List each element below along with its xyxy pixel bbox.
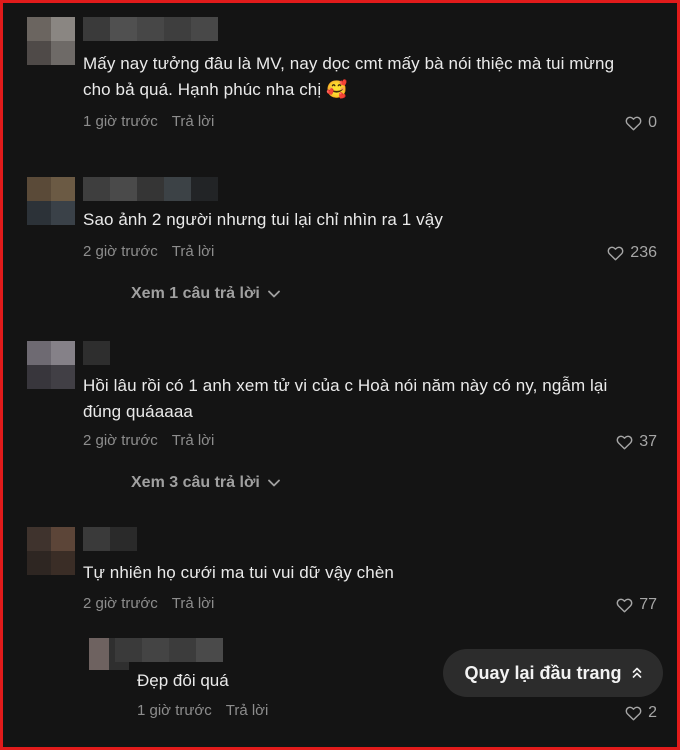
username-blurred[interactable] <box>83 177 218 201</box>
like-count: 77 <box>639 596 657 613</box>
heart-outline-icon <box>616 598 633 613</box>
username-blurred[interactable] <box>83 341 110 365</box>
view-replies-button[interactable]: Xem 1 câu trả lời <box>131 284 280 304</box>
comment-text: Hồi lâu rồi có 1 anh xem tử vi của c Hoà… <box>83 376 608 421</box>
back-to-top-label: Quay lại đầu trang <box>464 662 622 683</box>
username-blurred[interactable] <box>115 638 223 662</box>
username-blurred[interactable] <box>83 527 137 551</box>
chevron-down-icon <box>267 479 280 487</box>
heart-outline-icon <box>625 116 642 131</box>
like-count: 236 <box>630 244 657 261</box>
comment-meta: 1 giờ trước Trả lời <box>83 112 214 132</box>
view-replies-label: Xem 1 câu trả lời <box>131 285 260 302</box>
comment-time: 2 giờ trước <box>83 432 158 449</box>
avatar[interactable] <box>27 341 75 389</box>
username-blurred[interactable] <box>83 17 218 41</box>
like-button[interactable]: 236 <box>607 243 657 263</box>
double-chevron-up-icon <box>632 667 641 678</box>
comment-item: Tự nhiên họ cưới ma tui vui dữ vậy chèn … <box>27 527 657 627</box>
like-button[interactable]: 37 <box>616 432 657 452</box>
reply-text: Đẹp đôi quá <box>137 671 229 690</box>
comment-meta: 2 giờ trước Trả lời <box>83 594 214 614</box>
like-button[interactable]: 77 <box>616 595 657 615</box>
reply-button[interactable]: Trả lời <box>172 242 215 262</box>
avatar[interactable] <box>27 177 75 225</box>
like-count: 2 <box>648 704 657 721</box>
heart-outline-icon <box>607 246 624 261</box>
heart-outline-icon <box>625 706 642 721</box>
comment-meta: 2 giờ trước Trả lời <box>83 431 214 451</box>
comment-item: Sao ảnh 2 người nhưng tui lại chỉ nhìn r… <box>27 177 657 307</box>
chevron-down-icon <box>267 290 280 298</box>
reply-button[interactable]: Trả lời <box>226 701 269 721</box>
view-replies-button[interactable]: Xem 3 câu trả lời <box>131 473 280 493</box>
comment-text: Sao ảnh 2 người nhưng tui lại chỉ nhìn r… <box>83 210 443 229</box>
reply-button[interactable]: Trả lời <box>172 594 215 614</box>
comment-time: 1 giờ trước <box>83 113 158 130</box>
comment-time: 2 giờ trước <box>83 243 158 260</box>
like-button[interactable]: 0 <box>625 113 657 133</box>
reply-meta: 1 giờ trước Trả lời <box>137 701 268 721</box>
comment-item: Hồi lâu rồi có 1 anh xem tử vi của c Hoà… <box>27 341 657 501</box>
comments-panel: Mấy nay tưởng đâu là MV, nay dọc cmt mấy… <box>0 0 680 750</box>
reply-time: 1 giờ trước <box>137 702 212 719</box>
reply-button[interactable]: Trả lời <box>172 431 215 451</box>
reply-button[interactable]: Trả lời <box>172 112 215 132</box>
heart-outline-icon <box>616 435 633 450</box>
like-button[interactable]: 2 <box>625 703 657 723</box>
avatar[interactable] <box>27 527 75 575</box>
comment-item: Mấy nay tưởng đâu là MV, nay dọc cmt mấy… <box>27 17 657 137</box>
comment-text: Mấy nay tưởng đâu là MV, nay dọc cmt mấy… <box>83 54 615 99</box>
avatar[interactable] <box>27 17 75 65</box>
comment-meta: 2 giờ trước Trả lời <box>83 242 214 262</box>
comment-time: 2 giờ trước <box>83 595 158 612</box>
back-to-top-button[interactable]: Quay lại đầu trang <box>443 649 663 697</box>
like-count: 37 <box>639 433 657 450</box>
view-replies-label: Xem 3 câu trả lời <box>131 474 260 491</box>
like-count: 0 <box>648 114 657 131</box>
comment-text: Tự nhiên họ cưới ma tui vui dữ vậy chèn <box>83 563 394 582</box>
